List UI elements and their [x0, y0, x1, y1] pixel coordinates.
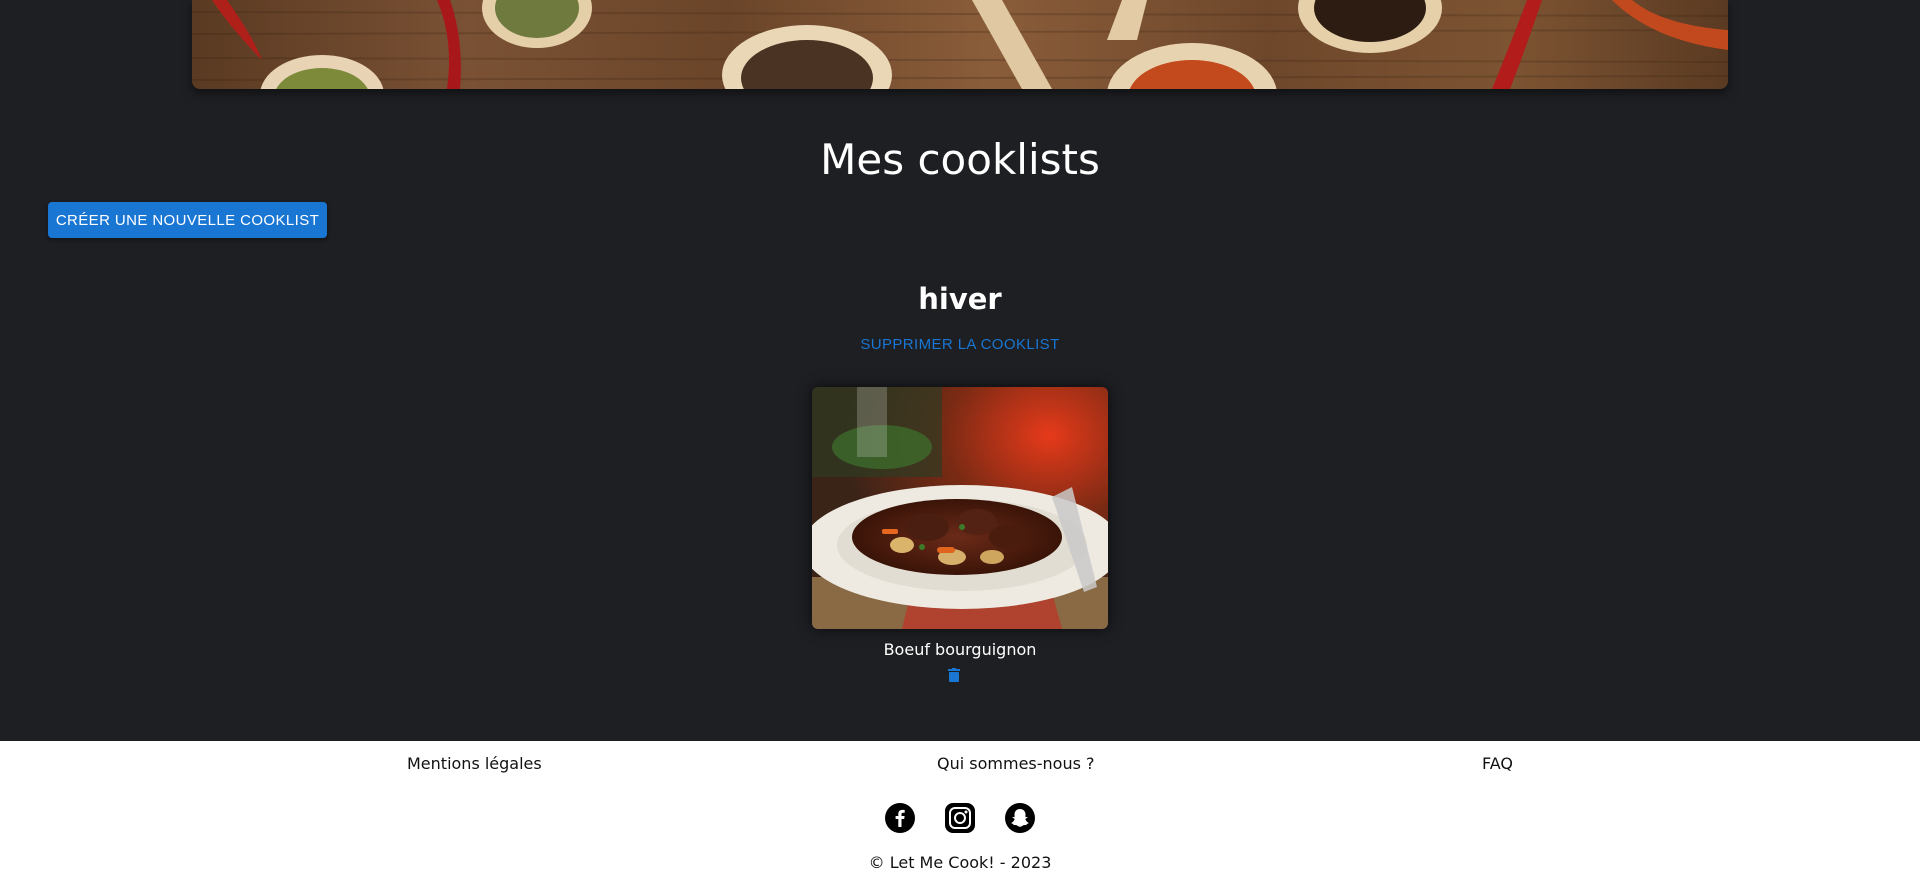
cooklist-name: hiver	[918, 282, 1002, 316]
footer-link-faq[interactable]: FAQ	[1482, 754, 1513, 773]
recipe-name[interactable]: Boeuf bourguignon	[760, 640, 1160, 659]
create-cooklist-button[interactable]: Créer une nouvelle cooklist	[48, 202, 327, 238]
recipe-card-image[interactable]	[812, 387, 1108, 629]
page: Mes cooklists Créer une nouvelle cooklis…	[0, 0, 1920, 872]
spices-banner-image	[192, 0, 1728, 89]
instagram-icon[interactable]	[944, 802, 976, 834]
facebook-icon[interactable]	[884, 802, 916, 834]
trash-icon[interactable]	[946, 666, 962, 684]
footer-link-about[interactable]: Qui sommes-nous ?	[937, 754, 1095, 773]
page-title: Mes cooklists	[820, 135, 1100, 184]
footer: Mentions légales Qui sommes-nous ? FAQ ©…	[0, 741, 1920, 872]
delete-cooklist-button[interactable]: Supprimer la cooklist	[840, 330, 1080, 358]
snapchat-icon[interactable]	[1004, 802, 1036, 834]
copyright-text: © Let Me Cook! - 2023	[868, 853, 1052, 872]
footer-link-legal[interactable]: Mentions légales	[407, 754, 542, 773]
